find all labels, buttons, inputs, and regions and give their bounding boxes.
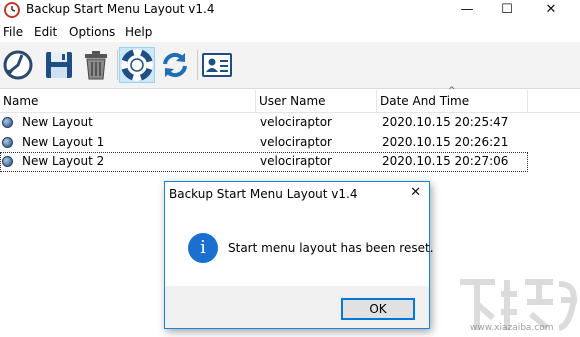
lifebuoy-icon [121, 49, 153, 81]
column-header-user[interactable]: User Name [256, 90, 376, 112]
refresh-icon [163, 52, 187, 78]
dialog-title: Backup Start Menu Layout v1.4 [169, 187, 358, 201]
layout-icon [2, 117, 13, 128]
toolbar [0, 42, 580, 89]
table-row[interactable]: New Layout 1 velociraptor 2020.10.15 20:… [0, 133, 528, 153]
row-name: New Layout 2 [22, 154, 105, 168]
row-user: velociraptor [260, 115, 332, 129]
column-divider[interactable] [527, 90, 528, 112]
menu-edit[interactable]: Edit [34, 25, 57, 39]
row-datetime: 2020.10.15 20:26:21 [382, 135, 509, 149]
save-icon [46, 52, 72, 78]
dialog-close-button[interactable]: ✕ [410, 185, 421, 200]
save-button[interactable] [41, 47, 77, 83]
table-row[interactable]: New Layout 2 velociraptor 2020.10.15 20:… [0, 152, 528, 172]
reset-button[interactable] [119, 47, 155, 83]
menu-file[interactable]: File [3, 25, 23, 39]
dialog-message: Start menu layout has been reset. [228, 241, 434, 255]
dialog-footer: OK [165, 286, 429, 328]
toolbar-separator [117, 50, 118, 80]
table-row[interactable]: New Layout velociraptor 2020.10.15 20:25… [0, 113, 528, 133]
list-header: Name User Name Date And Time [0, 90, 580, 113]
message-dialog: Backup Start Menu Layout v1.4 ✕ i Start … [164, 181, 434, 329]
watermark-url: www.xiazaiba.com [470, 323, 554, 333]
layout-icon [2, 156, 13, 167]
trash-icon [85, 51, 107, 80]
toolbar-separator [197, 50, 198, 80]
layout-icon [2, 137, 13, 148]
row-name: New Layout 1 [22, 135, 105, 149]
delete-button[interactable] [78, 47, 114, 83]
title-bar[interactable]: Backup Start Menu Layout v1.4 — ☐ ✕ [0, 0, 580, 21]
app-clock-icon [4, 2, 20, 18]
row-datetime: 2020.10.15 20:27:06 [382, 154, 509, 168]
row-name: New Layout [22, 115, 93, 129]
window-title: Backup Start Menu Layout v1.4 [26, 2, 215, 16]
about-button[interactable] [199, 47, 235, 83]
menu-bar: File Edit Options Help [0, 23, 580, 42]
column-header-name[interactable]: Name [0, 90, 255, 112]
minimize-button[interactable]: — [450, 0, 484, 21]
ok-button[interactable]: OK [341, 298, 415, 320]
row-user: velociraptor [260, 154, 332, 168]
clock-backup-icon [3, 50, 33, 80]
backup-button[interactable] [0, 47, 36, 83]
refresh-button[interactable] [157, 47, 193, 83]
menu-help[interactable]: Help [125, 25, 152, 39]
contact-card-icon [202, 53, 232, 77]
close-button[interactable]: ✕ [534, 0, 568, 21]
row-user: velociraptor [260, 135, 332, 149]
maximize-button[interactable]: ☐ [490, 0, 524, 21]
menu-options[interactable]: Options [69, 25, 115, 39]
column-header-datetime[interactable]: Date And Time [377, 90, 527, 112]
info-icon: i [188, 233, 218, 263]
row-datetime: 2020.10.15 20:25:47 [382, 115, 509, 129]
